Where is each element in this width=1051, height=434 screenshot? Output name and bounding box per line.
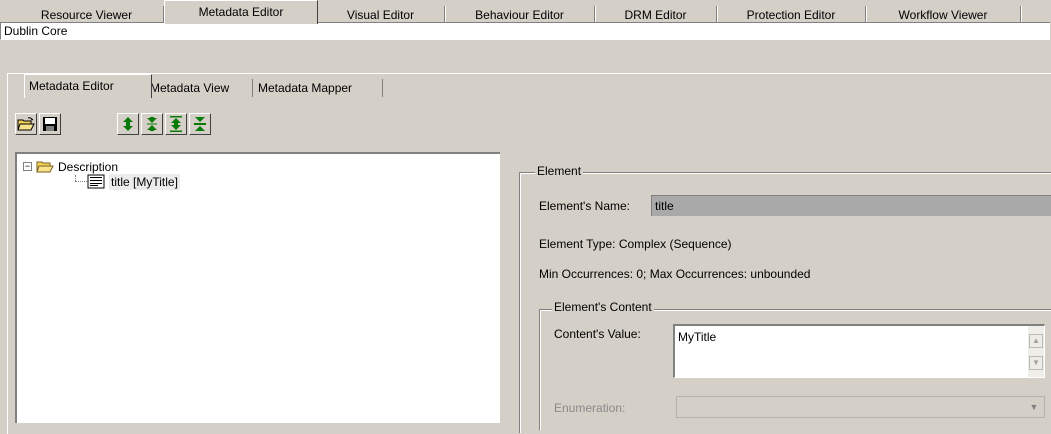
collapse-button[interactable] [141,113,163,135]
move-button[interactable] [117,113,139,135]
collapse-toggle-icon[interactable]: − [23,162,32,171]
enumeration-select[interactable]: ▼ [676,396,1045,418]
occurrences-text: Min Occurrences: 0; Max Occurrences: unb… [539,267,811,281]
enumeration-label: Enumeration: [554,401,626,415]
element-name-field[interactable]: title [651,195,1051,216]
element-content-title: Element's Content [552,300,654,314]
open-button[interactable] [15,113,37,135]
expand-all-button[interactable] [165,113,187,135]
collapse-all-button[interactable] [189,113,211,135]
subtab-metadata-editor[interactable]: Metadata Editor [24,74,152,98]
expand-all-icon [170,116,182,132]
content-scrollbar[interactable]: ▲ ▼ [1028,326,1044,377]
document-icon [87,174,105,189]
subtab-metadata-view[interactable]: Metadata View [146,79,253,97]
chevron-down-icon[interactable]: ▼ [1026,399,1042,415]
save-disk-icon [43,117,57,131]
subtab-metadata-mapper[interactable]: Metadata Mapper [254,79,383,97]
collapse-all-icon [194,117,206,131]
content-value-text: MyTitle [678,330,717,344]
move-up-down-icon [123,117,133,131]
scroll-down-icon[interactable]: ▼ [1029,356,1043,370]
element-name-label: Element's Name: [539,199,630,213]
top-tab-bar: Resource Viewer Metadata Editor Visual E… [0,0,1051,24]
scroll-up-icon[interactable]: ▲ [1029,334,1043,348]
element-group-title: Element [535,164,584,178]
document-name-field[interactable]: Dublin Core [0,22,1050,40]
tree-node-label: Description [58,160,119,174]
save-button[interactable] [39,113,61,135]
tree-node-label: title [MyTitle] [109,174,180,190]
folder-open-icon [36,161,54,173]
open-folder-icon [17,117,35,131]
tab-metadata-editor[interactable]: Metadata Editor [164,0,318,24]
tree-connector [75,181,87,183]
collapse-icon [147,117,157,131]
content-value-label: Content's Value: [554,327,641,341]
element-type-text: Element Type: Complex (Sequence) [539,237,732,251]
content-value-field[interactable]: MyTitle ▲ ▼ [673,324,1045,378]
metadata-tree[interactable]: − Description title [MyTitle] [15,152,500,423]
